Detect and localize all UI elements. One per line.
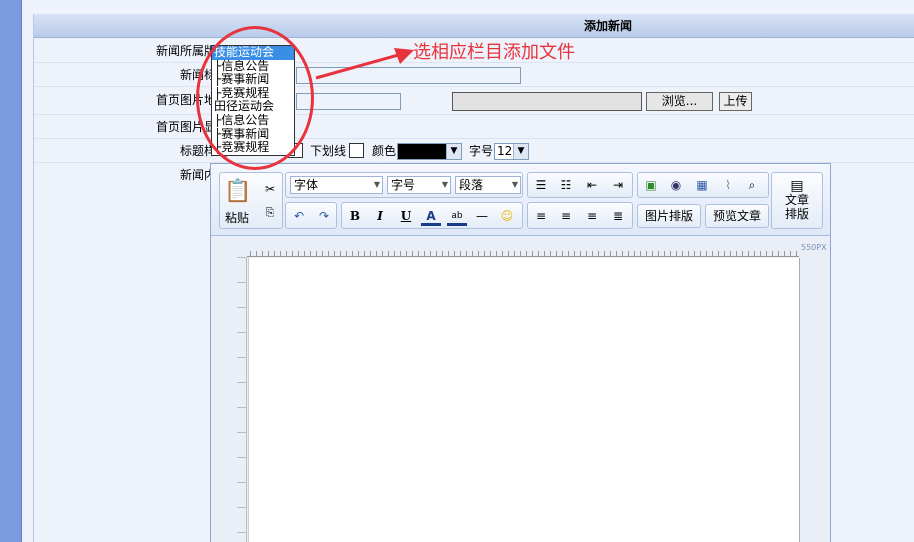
italic-icon[interactable]: I	[370, 206, 390, 226]
emoticon-icon[interactable]: ☺	[497, 206, 517, 226]
underline-checkbox[interactable]	[349, 143, 364, 158]
redo-icon[interactable]: ↷	[314, 206, 334, 226]
article-layout-button[interactable]: ▤ 文章排版	[771, 172, 823, 229]
undo-icon[interactable]: ↶	[289, 206, 309, 226]
highlight-icon[interactable]: ab	[447, 206, 467, 226]
editor-canvas-area: 550PX	[211, 237, 830, 542]
cut-icon[interactable]: ✂	[260, 179, 280, 199]
align-group: ≡ ≡ ≡ ≣	[527, 202, 633, 229]
fontsize-value: 12	[497, 144, 513, 158]
ruler-width-label: 550PX	[801, 243, 827, 252]
preview-article-button[interactable]: 预览文章	[705, 204, 769, 228]
clipboard-group: 📋 粘贴 ✂ ⎘	[219, 172, 283, 229]
panel-title: 添加新闻	[584, 19, 633, 33]
dropdown-item[interactable]: ├信息公告	[212, 60, 294, 74]
file-path-input[interactable]	[452, 92, 642, 111]
dropdown-item[interactable]: 技能运动会	[212, 46, 294, 60]
top-frame-strip	[22, 0, 914, 14]
document-icon: ▤	[790, 178, 804, 194]
row-image-show: 首页图片显示:	[34, 115, 914, 139]
editor-toolbar: 📋 粘贴 ✂ ⎘ 字体 ▼ 字号 ▼ 段落 ▼ ☰ ☷ ⇤ ⇥ ▣ ◉ ▦ ⌇ …	[211, 164, 830, 236]
image-url-input[interactable]	[296, 93, 401, 110]
section-label: 新闻所属版面:	[155, 44, 232, 58]
vertical-ruler	[237, 257, 247, 542]
insert-group: ▣ ◉ ▦ ⌇ ⌕	[637, 172, 769, 198]
attachment-icon[interactable]: ⌇	[718, 175, 738, 195]
left-frame-strip	[0, 0, 22, 542]
ordered-list-icon[interactable]: ☰	[531, 175, 551, 195]
content-label: 新闻内容:	[179, 168, 232, 182]
panel-title-bar: 添加新闻	[34, 14, 914, 38]
dropdown-item[interactable]: ├赛事新闻	[212, 73, 294, 87]
chevron-down-icon: ▼	[446, 144, 461, 159]
image-url-label: 首页图片地址:	[155, 93, 232, 107]
font-family-select[interactable]: 字体 ▼	[290, 176, 383, 194]
outdent-icon[interactable]: ⇤	[582, 175, 602, 195]
dropdown-item[interactable]: ├信息公告	[212, 114, 294, 128]
insert-media-icon[interactable]: ◉	[666, 175, 686, 195]
color-select[interactable]: ▼	[397, 143, 462, 160]
insert-image-icon[interactable]: ▣	[641, 175, 661, 195]
annotation-arrow-icon	[315, 48, 414, 80]
dropdown-item[interactable]: ├赛事新闻	[212, 128, 294, 142]
paste-icon[interactable]: 📋	[224, 177, 252, 207]
color-label: 颜色	[372, 144, 397, 158]
dropdown-item[interactable]: 田径运动会	[212, 100, 294, 114]
row-style: 标题样式: 下划线 颜色 ▼ 字号 12 ▼	[34, 139, 914, 163]
copy-icon[interactable]: ⎘	[260, 203, 280, 223]
find-icon[interactable]: ⌕	[742, 175, 762, 195]
font-select-group: 字体 ▼ 字号 ▼ 段落 ▼	[285, 172, 523, 198]
upload-button[interactable]: 上传	[719, 92, 752, 111]
image-show-label: 首页图片显示:	[155, 120, 232, 134]
row-image-url: 首页图片地址: 浏览... 上传	[34, 88, 914, 115]
chevron-down-icon: ▼	[441, 180, 448, 189]
align-left-icon[interactable]: ≡	[531, 206, 551, 226]
horizontal-rule-icon[interactable]: —	[472, 206, 492, 226]
title-label: 新闻标题:	[179, 68, 232, 82]
align-justify-icon[interactable]: ≣	[608, 206, 628, 226]
browse-button[interactable]: 浏览...	[646, 92, 713, 111]
align-right-icon[interactable]: ≡	[582, 206, 602, 226]
row-title: 新闻标题:	[34, 63, 914, 87]
article-layout-label: 文章排版	[784, 193, 809, 221]
chevron-down-icon: ▼	[513, 144, 528, 159]
indent-icon[interactable]: ⇥	[608, 175, 628, 195]
fontsize-label: 字号	[469, 144, 494, 158]
section-dropdown-list[interactable]: 技能运动会 ├信息公告 ├赛事新闻 ├竞赛规程 田径运动会 ├信息公告 ├赛事新…	[211, 45, 295, 156]
chevron-down-icon: ▼	[373, 180, 380, 189]
paragraph-value: 段落	[459, 178, 484, 192]
align-center-icon[interactable]: ≡	[556, 206, 576, 226]
style-label: 标题样式:	[179, 144, 232, 158]
font-color-icon[interactable]: A	[421, 206, 441, 226]
image-layout-button[interactable]: 图片排版	[637, 204, 701, 228]
paragraph-select[interactable]: 段落 ▼	[455, 176, 521, 194]
font-size-select[interactable]: 字号 ▼	[387, 176, 451, 194]
font-size-value: 字号	[391, 178, 416, 192]
underline-label: 下划线	[310, 144, 347, 158]
editor-document[interactable]	[248, 258, 800, 542]
unordered-list-icon[interactable]: ☷	[556, 175, 576, 195]
fontsize-select[interactable]: 12 ▼	[494, 143, 529, 160]
chevron-down-icon: ▼	[511, 180, 518, 189]
rich-text-editor: 📋 粘贴 ✂ ⎘ 字体 ▼ 字号 ▼ 段落 ▼ ☰ ☷ ⇤ ⇥ ▣ ◉ ▦ ⌇ …	[210, 163, 831, 542]
underline-icon[interactable]: U	[396, 206, 416, 226]
history-group: ↶ ↷	[285, 202, 337, 229]
dropdown-item[interactable]: ├竞赛规程	[212, 87, 294, 101]
horizontal-ruler	[247, 249, 799, 257]
dropdown-item[interactable]: ├竞赛规程	[212, 141, 294, 155]
insert-table-icon[interactable]: ▦	[692, 175, 712, 195]
bold-icon[interactable]: B	[345, 206, 365, 226]
annotation-text: 选相应栏目添加文件	[413, 42, 575, 63]
format-group: B I U A ab — ☺	[341, 202, 523, 229]
font-family-value: 字体	[294, 178, 319, 192]
list-group: ☰ ☷ ⇤ ⇥	[527, 172, 633, 198]
paste-label[interactable]: 粘贴	[225, 209, 249, 226]
